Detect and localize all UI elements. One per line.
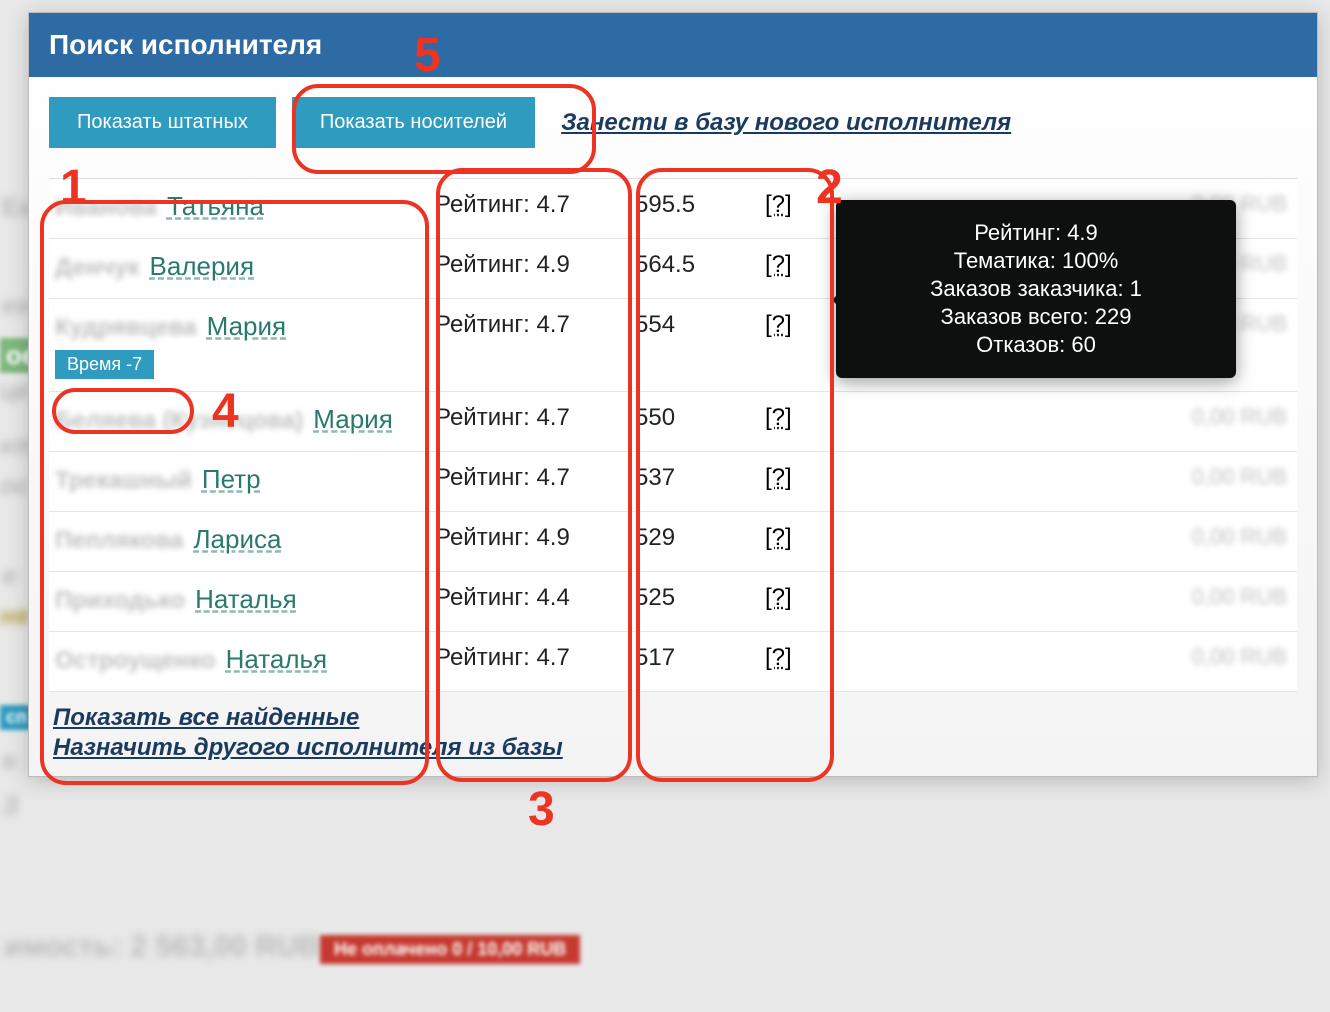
price-cell: 0,00 RUB [825, 404, 1297, 430]
show-all-link[interactable]: Показать все найденные [53, 704, 1293, 732]
modal-title: Поиск исполнителя [29, 13, 1317, 77]
firstname-link[interactable]: Мария [313, 404, 392, 435]
table-row: Беляева (Кузнецова) Мария Рейтинг: 4.7550[… [49, 392, 1297, 452]
table-row: Остроущенко Наталья Рейтинг: 4.7517[?]0,00… [49, 632, 1297, 692]
firstname-link[interactable]: Петр [202, 464, 261, 495]
show-staff-button[interactable]: Показать штатных [49, 97, 276, 148]
rating-cell: Рейтинг: 4.7 [435, 464, 635, 492]
score-cell: 537 [635, 464, 765, 492]
table-row: Трекашный Петр Рейтинг: 4.7537[?]0,00 RUB [49, 452, 1297, 512]
rating-cell: Рейтинг: 4.7 [435, 644, 635, 672]
tooltip-total-orders: Заказов всего: 229 [848, 304, 1224, 330]
surname: Трекашный [55, 467, 192, 495]
score-cell: 525 [635, 584, 765, 612]
table-row: Пеплякова Лариса Рейтинг: 4.9529[?]0,00 RU… [49, 512, 1297, 572]
bottom-links: Показать все найденные Назначить другого… [49, 692, 1297, 766]
help-icon[interactable]: [?] [765, 404, 825, 432]
score-cell: 550 [635, 404, 765, 432]
tooltip-client-orders: Заказов заказчика: 1 [848, 276, 1224, 302]
surname: Кудрявцева [55, 314, 197, 342]
performer-name-cell: Денчук Валерия [55, 251, 435, 282]
score-cell: 529 [635, 524, 765, 552]
firstname-link[interactable]: Мария [207, 311, 286, 342]
action-row: Показать штатных Показать носителей Зане… [49, 97, 1297, 148]
rating-cell: Рейтинг: 4.7 [435, 311, 635, 339]
performer-tooltip: Рейтинг: 4.9 Тематика: 100% Заказов зака… [836, 200, 1236, 378]
table-row: Приходько Наталья Рейтинг: 4.4525[?]0,00 R… [49, 572, 1297, 632]
help-icon[interactable]: [?] [765, 464, 825, 492]
tooltip-topic: Тематика: 100% [848, 248, 1224, 274]
help-icon[interactable]: [?] [765, 311, 825, 339]
price-cell: 0,00 RUB [825, 524, 1297, 550]
rating-cell: Рейтинг: 4.7 [435, 404, 635, 432]
performer-name-cell: Иванова Татьяна [55, 191, 435, 222]
tooltip-refusals: Отказов: 60 [848, 332, 1224, 358]
performer-name-cell: Трекашный Петр [55, 464, 435, 495]
price-cell: 0,00 RUB [825, 644, 1297, 670]
show-native-button[interactable]: Показать носителей [292, 97, 535, 148]
price-cell: 0,00 RUB [825, 584, 1297, 610]
modal-body: Показать штатных Показать носителей Зане… [29, 77, 1317, 776]
firstname-link[interactable]: Татьяна [167, 191, 264, 222]
help-icon[interactable]: [?] [765, 524, 825, 552]
assign-other-link[interactable]: Назначить другого исполнителя из базы [53, 734, 1293, 762]
help-icon[interactable]: [?] [765, 644, 825, 672]
rating-cell: Рейтинг: 4.9 [435, 251, 635, 279]
add-new-performer-link[interactable]: Занести в базу нового исполнителя [561, 109, 1011, 137]
performer-name-cell: Приходько Наталья [55, 584, 435, 615]
search-performer-modal: Поиск исполнителя Показать штатных Показ… [28, 12, 1318, 777]
firstname-link[interactable]: Валерия [150, 251, 255, 282]
score-cell: 595.5 [635, 191, 765, 219]
rating-cell: Рейтинг: 4.4 [435, 584, 635, 612]
surname: Беляева (Кузнецова) [55, 407, 303, 435]
help-icon[interactable]: [?] [765, 251, 825, 279]
surname: Иванова [55, 194, 157, 222]
score-cell: 554 [635, 311, 765, 339]
performer-name-cell: Пеплякова Лариса [55, 524, 435, 555]
help-icon[interactable]: [?] [765, 191, 825, 219]
rating-cell: Рейтинг: 4.9 [435, 524, 635, 552]
performer-name-cell: Остроущенко Наталья [55, 644, 435, 675]
surname: Остроущенко [55, 647, 216, 675]
performer-name-cell: Кудрявцева Мария Время -7 [55, 311, 435, 379]
surname: Денчук [55, 254, 140, 282]
annotation-num-3: 3 [528, 782, 555, 837]
score-cell: 517 [635, 644, 765, 672]
help-icon[interactable]: [?] [765, 584, 825, 612]
surname: Пеплякова [55, 527, 183, 555]
performer-name-cell: Беляева (Кузнецова) Мария [55, 404, 435, 435]
price-cell: 0,00 RUB [825, 464, 1297, 490]
surname: Приходько [55, 587, 185, 615]
tooltip-rating: Рейтинг: 4.9 [848, 220, 1224, 246]
rating-cell: Рейтинг: 4.7 [435, 191, 635, 219]
score-cell: 564.5 [635, 251, 765, 279]
firstname-link[interactable]: Наталья [226, 644, 328, 675]
firstname-link[interactable]: Лариса [193, 524, 281, 555]
firstname-link[interactable]: Наталья [195, 584, 297, 615]
time-badge: Время -7 [55, 350, 154, 379]
